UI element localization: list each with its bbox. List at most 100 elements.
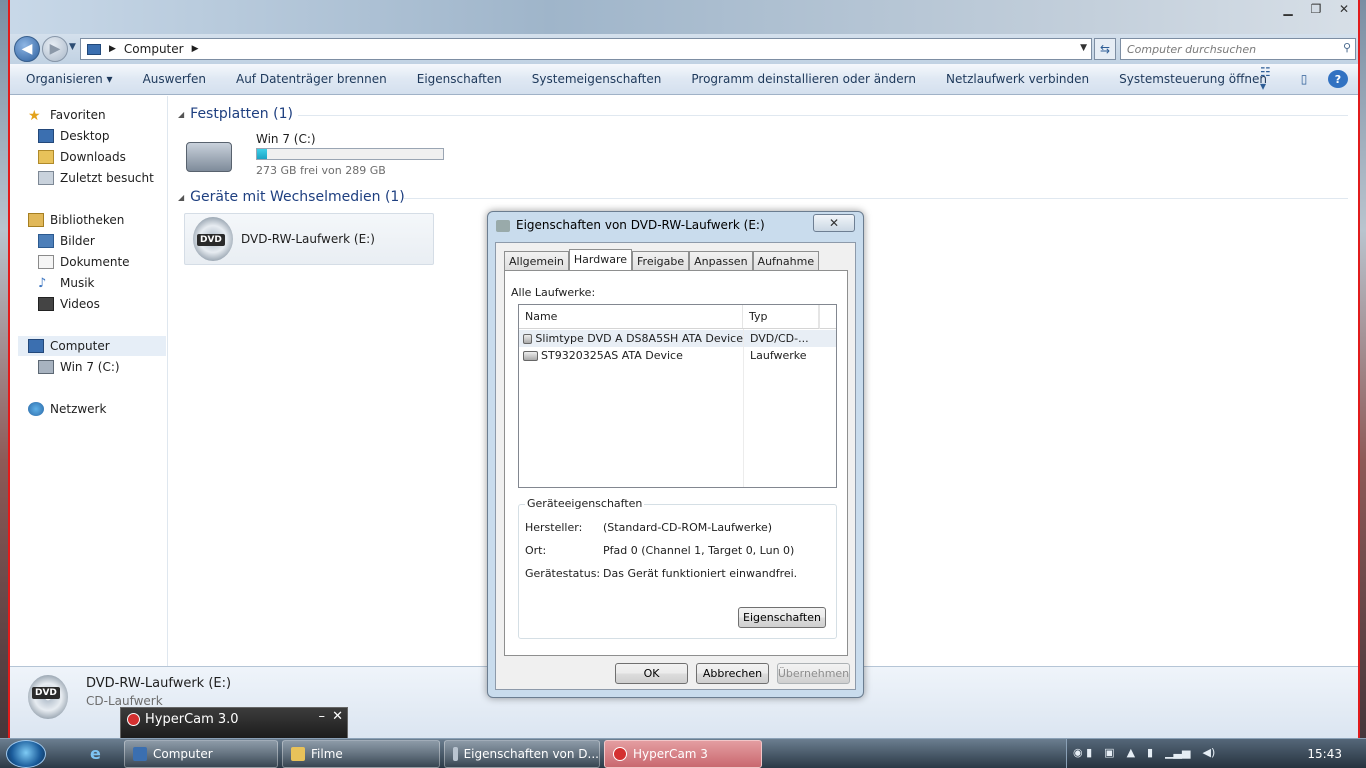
tab-sharing[interactable]: Freigabe [632,251,690,270]
nav-pictures[interactable]: Bilder [38,231,95,251]
column-name[interactable]: Name [519,305,743,328]
nav-documents[interactable]: Dokumente [38,252,130,272]
cancel-button[interactable]: Abbrechen [696,663,769,684]
power-icon[interactable]: ▮ [1147,746,1153,759]
nav-win7-drive[interactable]: Win 7 (C:) [38,357,120,377]
minimize-icon[interactable]: – [319,709,326,724]
column-type[interactable]: Typ [743,305,819,328]
nav-recent[interactable]: Zuletzt besucht [38,168,154,188]
organize-label: Organisieren [26,72,103,86]
chevron-right-icon[interactable]: ▶ [109,44,116,54]
drive-e-tile[interactable]: DVD DVD-RW-Laufwerk (E:) [184,213,434,265]
search-icon[interactable]: ⚲ [1343,41,1351,54]
folder-icon [291,747,305,761]
volume-icon[interactable]: ◀) [1202,746,1215,759]
address-dropdown-icon[interactable]: ▼ [1080,43,1087,53]
chevron-right-icon[interactable]: ▶ [192,44,199,54]
nav-computer-label: Computer [50,339,110,353]
documents-icon [38,255,54,269]
forward-button[interactable]: ▶ [42,36,68,62]
drive-c-usage-bar [256,148,444,160]
nav-libraries[interactable]: Bibliotheken [28,210,124,230]
show-hidden-icons[interactable]: ▲ [1127,746,1135,759]
nav-computer[interactable]: Computer [18,336,166,356]
maximize-icon[interactable]: ❐ [1302,0,1330,18]
status-value: Das Gerät funktioniert einwandfrei. [603,567,798,580]
drives-list[interactable]: Name Typ Slimtype DVD A DS8A5SH ATA Devi… [518,304,837,488]
organize-button[interactable]: Organisieren ▾ [10,72,128,86]
nav-pictures-label: Bilder [60,234,95,248]
map-network-drive-button[interactable]: Netzlaufwerk verbinden [931,72,1104,86]
history-dropdown-icon[interactable]: ▼ [69,42,76,52]
star-icon: ★ [28,108,41,124]
clock[interactable]: 15:43 [1307,747,1342,761]
nav-downloads-label: Downloads [60,150,126,164]
tab-general[interactable]: Allgemein [504,251,569,270]
taskbar-item-computer[interactable]: Computer [124,740,278,768]
list-item[interactable]: Slimtype DVD A DS8A5SH ATA Device DVD/CD… [519,330,836,347]
ok-button[interactable]: OK [615,663,688,684]
column-divider [819,305,820,329]
hypercam-window[interactable]: HyperCam 3.0 – ✕ [120,707,348,741]
drive-c-usage-fill [257,149,268,159]
hardware-panel: Alle Laufwerke: Name Typ Slimtype DVD A … [504,270,848,656]
drive-c-tile[interactable]: Win 7 (C:) 273 GB frei von 289 GB [184,130,454,180]
eject-button[interactable]: Auswerfen [128,72,221,86]
uninstall-program-button[interactable]: Programm deinstallieren oder ändern [676,72,931,86]
search-input[interactable]: Computer durchsuchen ⚲ [1120,38,1356,60]
list-header: Name Typ [519,305,836,329]
close-icon[interactable]: ✕ [332,709,343,724]
back-button[interactable]: ◀ [14,36,40,62]
status-row: Gerätestatus: Das Gerät funktioniert einw… [525,567,797,580]
group-removable[interactable]: ◢ Geräte mit Wechselmedien (1) [178,189,405,205]
properties-button[interactable]: Eigenschaften [402,72,517,86]
nav-desktop[interactable]: Desktop [38,126,110,146]
media-icon[interactable]: ◉ ▮ [1073,746,1092,759]
breadcrumb-computer[interactable]: Computer [124,42,184,56]
device-name: Slimtype DVD A DS8A5SH ATA Device [535,332,743,345]
device-name: ST9320325AS ATA Device [541,349,683,362]
network-icon [28,402,44,416]
nav-videos[interactable]: Videos [38,294,100,314]
network-signal-icon[interactable]: ▁▃▅ [1165,746,1190,759]
tab-hardware[interactable]: Hardware [568,249,633,270]
record-icon [127,713,140,726]
taskbar-item-properties[interactable]: Eigenschaften von D... [444,740,600,768]
apply-button[interactable]: Übernehmen [777,663,850,684]
nav-desktop-label: Desktop [60,129,110,143]
nav-downloads[interactable]: Downloads [38,147,126,167]
nav-favorites[interactable]: ★ Favoriten [28,105,106,125]
close-icon[interactable]: ✕ [1330,0,1358,18]
location-row: Ort: Pfad 0 (Channel 1, Target 0, Lun 0) [525,544,794,557]
list-item[interactable]: ST9320325AS ATA Device Laufwerke [519,347,836,364]
minimize-icon[interactable]: ▁ [1274,0,1302,18]
dialog-close-button[interactable]: ✕ [813,214,855,232]
group-hard-disks[interactable]: ◢ Festplatten (1) [178,106,293,122]
collapse-icon[interactable]: ◢ [178,110,184,119]
internet-explorer-icon[interactable]: e [90,744,101,763]
control-panel-button[interactable]: Systemsteuerung öffnen [1104,72,1282,86]
address-bar[interactable]: ▶ Computer ▶ ▼ [80,38,1092,60]
dvd-badge: DVD [32,687,60,699]
tab-recording[interactable]: Aufnahme [752,251,820,270]
taskbar-item-hypercam[interactable]: HyperCam 3 [604,740,762,768]
camera-icon[interactable]: ▣ [1104,746,1114,759]
taskbar-item-filme[interactable]: Filme [282,740,440,768]
device-type: Laufwerke [750,349,807,362]
title-bar[interactable]: ▁ ❐ ✕ [10,0,1358,34]
device-properties-button[interactable]: Eigenschaften [738,607,826,628]
dialog-title: Eigenschaften von DVD-RW-Laufwerk (E:) [516,218,765,232]
nav-network[interactable]: Netzwerk [28,399,106,419]
system-properties-button[interactable]: Systemeigenschaften [517,72,677,86]
preview-pane-icon[interactable]: ▯ [1294,70,1314,88]
start-button[interactable] [6,740,46,768]
collapse-icon[interactable]: ◢ [178,193,184,202]
view-options-icon[interactable]: ☷ ▾ [1260,65,1280,93]
refresh-button[interactable]: ⇆ [1094,38,1116,60]
hard-drive-icon [38,360,54,374]
burn-button[interactable]: Auf Datenträger brennen [221,72,402,86]
help-icon[interactable]: ? [1328,70,1348,88]
group-hard-disks-label: Festplatten (1) [190,106,293,122]
tab-customize[interactable]: Anpassen [689,251,753,270]
nav-music[interactable]: ♪ Musik [38,273,95,293]
